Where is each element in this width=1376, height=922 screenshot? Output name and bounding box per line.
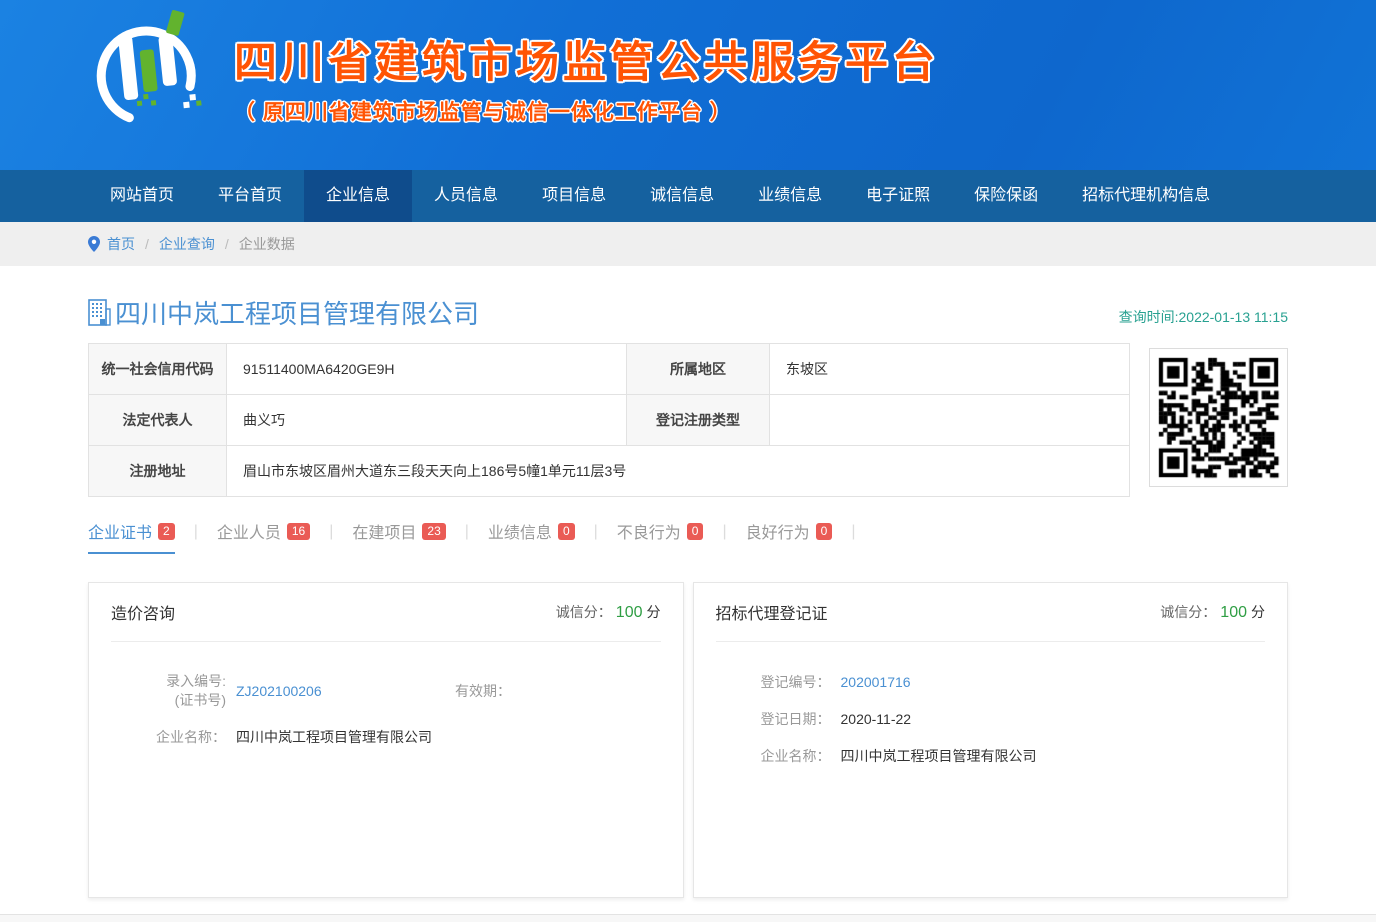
credit-score-value: 100: [616, 604, 643, 621]
card-title: 造价咨询: [111, 600, 175, 624]
tab-label: 良好行为: [746, 519, 810, 543]
count-badge: 2: [158, 523, 175, 540]
registered-address-value: 眉山市东坡区眉州大道东三段天天向上186号5幢1单元11层3号: [227, 446, 1130, 497]
count-badge: 0: [558, 523, 575, 540]
nav-item-credit-info[interactable]: 诚信信息: [628, 170, 736, 222]
registration-date-label: 登记日期：: [716, 709, 831, 729]
tab-label: 企业人员: [217, 519, 281, 543]
tab-separator: |: [851, 523, 855, 550]
company-name-value: 四川中岚工程项目管理有限公司: [841, 746, 1037, 766]
credit-score-value: 100: [1220, 604, 1247, 621]
company-name-label: 企业名称：: [111, 727, 226, 747]
nav-item-personnel-info[interactable]: 人员信息: [412, 170, 520, 222]
tab-separator: |: [465, 523, 469, 550]
building-icon: [88, 299, 111, 326]
nav-item-bidding-agency-info[interactable]: 招标代理机构信息: [1060, 170, 1232, 222]
card-title: 招标代理登记证: [716, 600, 828, 624]
count-badge: 0: [687, 523, 704, 540]
tab-enterprise-personnel[interactable]: 企业人员 16: [217, 519, 310, 554]
credit-score: 诚信分：100分: [556, 602, 661, 622]
tab-separator: |: [722, 523, 726, 550]
breadcrumb: 首页 / 企业查询 / 企业数据: [88, 222, 1288, 266]
company-name-value: 四川中岚工程项目管理有限公司: [236, 727, 432, 747]
tab-bad-behavior[interactable]: 不良行为 0: [617, 519, 704, 554]
entry-no-link[interactable]: ZJ202100206: [236, 683, 396, 699]
credit-score: 诚信分：100分: [1160, 602, 1265, 622]
platform-logo-icon: [88, 8, 208, 138]
legal-representative-value: 曲义巧: [227, 395, 627, 446]
registration-type-label: 登记注册类型: [627, 395, 770, 446]
nav-item-performance-info[interactable]: 业绩信息: [736, 170, 844, 222]
credit-score-unit: 分: [1251, 604, 1265, 620]
nav-item-insurance-guarantee[interactable]: 保险保函: [952, 170, 1060, 222]
credit-code-value: 91511400MA6420GE9H: [227, 344, 627, 395]
registered-address-label: 注册地址: [89, 446, 227, 497]
tab-performance-info[interactable]: 业绩信息 0: [488, 519, 575, 554]
nav-item-enterprise-info[interactable]: 企业信息: [304, 170, 412, 222]
company-name-label: 企业名称：: [716, 746, 831, 766]
breadcrumb-enterprise-search[interactable]: 企业查询: [159, 234, 215, 254]
card-cost-consulting: 造价咨询 诚信分：100分 录入编号: (证书号) ZJ202100206 有效…: [88, 582, 684, 898]
location-pin-icon: [88, 236, 100, 252]
nav-item-site-home[interactable]: 网站首页: [88, 170, 196, 222]
count-badge: 16: [287, 523, 310, 540]
query-time: 查询时间:2022-01-13 11:15: [1119, 307, 1288, 331]
page-bottom-divider: [0, 914, 1376, 922]
registration-date-value: 2020-11-22: [841, 711, 912, 727]
company-name: 四川中岚工程项目管理有限公司: [115, 294, 479, 331]
credit-score-label: 诚信分：: [1160, 604, 1216, 620]
region-value: 东坡区: [770, 344, 1130, 395]
tab-label: 不良行为: [617, 519, 681, 543]
table-row: 法定代表人 曲义巧 登记注册类型: [89, 395, 1130, 446]
breadcrumb-separator: /: [145, 236, 149, 252]
region-label: 所属地区: [627, 344, 770, 395]
breadcrumb-home[interactable]: 首页: [107, 234, 135, 254]
entry-no-label: 录入编号: (证书号): [111, 672, 226, 710]
credit-score-unit: 分: [647, 604, 661, 620]
tab-label: 在建项目: [352, 519, 416, 543]
registration-no-link[interactable]: 202001716: [841, 674, 911, 690]
qr-code: [1149, 348, 1288, 487]
nav-item-e-certificate[interactable]: 电子证照: [844, 170, 952, 222]
validity-label: 有效期：: [396, 681, 511, 701]
table-row: 注册地址 眉山市东坡区眉州大道东三段天天向上186号5幢1单元11层3号: [89, 446, 1130, 497]
tab-enterprise-certificates[interactable]: 企业证书 2: [88, 519, 175, 554]
card-bidding-agency-registration: 招标代理登记证 诚信分：100分 登记编号： 202001716 登记日期： 2…: [693, 582, 1289, 898]
site-subtitle: （ 原四川省建筑市场监管与诚信一体化工作平台 ）: [234, 96, 939, 126]
detail-tabs: 企业证书 2 | 企业人员 16 | 在建项目 23 | 业绩信息 0 | 不良…: [88, 519, 1288, 554]
nav-item-platform-home[interactable]: 平台首页: [196, 170, 304, 222]
site-header: 四川省建筑市场监管公共服务平台 （ 原四川省建筑市场监管与诚信一体化工作平台 ）: [0, 0, 1376, 170]
count-badge: 0: [816, 523, 833, 540]
tab-separator: |: [594, 523, 598, 550]
credit-code-label: 统一社会信用代码: [89, 344, 227, 395]
count-badge: 23: [422, 523, 445, 540]
tab-label: 企业证书: [88, 519, 152, 543]
main-nav: 网站首页 平台首页 企业信息 人员信息 项目信息 诚信信息 业绩信息 电子证照 …: [0, 170, 1376, 222]
registration-type-value: [770, 395, 1130, 446]
company-name-title: 四川中岚工程项目管理有限公司: [88, 294, 479, 331]
site-title: 四川省建筑市场监管公共服务平台: [234, 28, 939, 90]
company-info-table: 统一社会信用代码 91511400MA6420GE9H 所属地区 东坡区 法定代…: [88, 343, 1130, 497]
breadcrumb-separator: /: [225, 236, 229, 252]
table-row: 统一社会信用代码 91511400MA6420GE9H 所属地区 东坡区: [89, 344, 1130, 395]
legal-representative-label: 法定代表人: [89, 395, 227, 446]
breadcrumb-enterprise-data: 企业数据: [239, 234, 295, 254]
registration-no-label: 登记编号：: [716, 672, 831, 692]
breadcrumb-bar: 首页 / 企业查询 / 企业数据: [0, 222, 1376, 266]
tab-good-behavior[interactable]: 良好行为 0: [746, 519, 833, 554]
nav-item-project-info[interactable]: 项目信息: [520, 170, 628, 222]
credit-score-label: 诚信分：: [556, 604, 612, 620]
tab-projects-under-construction[interactable]: 在建项目 23: [352, 519, 445, 554]
tab-label: 业绩信息: [488, 519, 552, 543]
tab-separator: |: [329, 523, 333, 550]
tab-separator: |: [194, 523, 198, 550]
